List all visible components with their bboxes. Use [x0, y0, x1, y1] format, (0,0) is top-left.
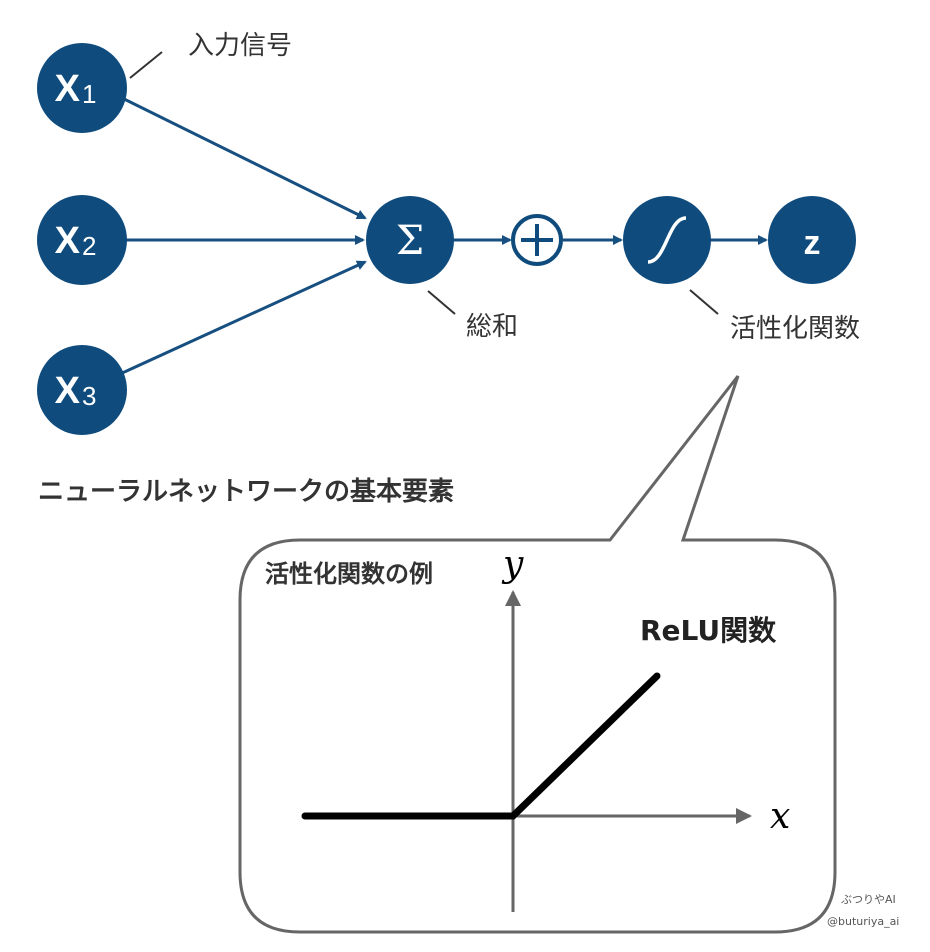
input-signal-leader — [129, 51, 163, 79]
x3-subscript: 3 — [82, 381, 96, 411]
y-axis-label: y — [501, 544, 524, 585]
watermark-handle: @buturiya_ai — [827, 915, 899, 928]
x1-label: X — [55, 68, 81, 110]
x1-subscript: 1 — [82, 79, 96, 109]
edge-x3-to-sum — [119, 260, 367, 376]
sigma-icon: Σ — [396, 218, 424, 264]
watermark-name: ぶつりやAI — [841, 893, 896, 906]
output-node-z: z — [768, 196, 856, 284]
x-axis-label: x — [770, 796, 790, 837]
activation-leader — [689, 289, 719, 315]
relu-label: ReLU関数 — [640, 614, 777, 647]
x3-label: X — [55, 370, 81, 412]
x2-label: X — [55, 220, 81, 262]
callout-bubble — [238, 375, 837, 934]
sum-leader — [427, 290, 456, 315]
x2-subscript: 2 — [82, 231, 96, 261]
bias-node — [511, 214, 563, 266]
callout-title: 活性化関数の例 — [265, 560, 433, 588]
neural-network-diagram: X 1 X 2 X 3 Σ z 入力信号 総和 活性化関数 ニューラルネットワー… — [37, 31, 899, 934]
caption: ニューラルネットワークの基本要素 — [38, 477, 454, 507]
input-node-x2: X 2 — [37, 195, 127, 285]
activation-function-label: 活性化関数 — [730, 314, 860, 344]
activation-node — [623, 196, 711, 284]
input-signal-label: 入力信号 — [188, 31, 292, 61]
z-label: z — [804, 224, 821, 262]
edge-x1-to-sum — [119, 95, 367, 220]
input-node-x3: X 3 — [37, 345, 127, 435]
input-node-x1: X 1 — [37, 43, 127, 133]
sum-node: Σ — [366, 196, 454, 284]
sum-label: 総和 — [466, 312, 518, 342]
